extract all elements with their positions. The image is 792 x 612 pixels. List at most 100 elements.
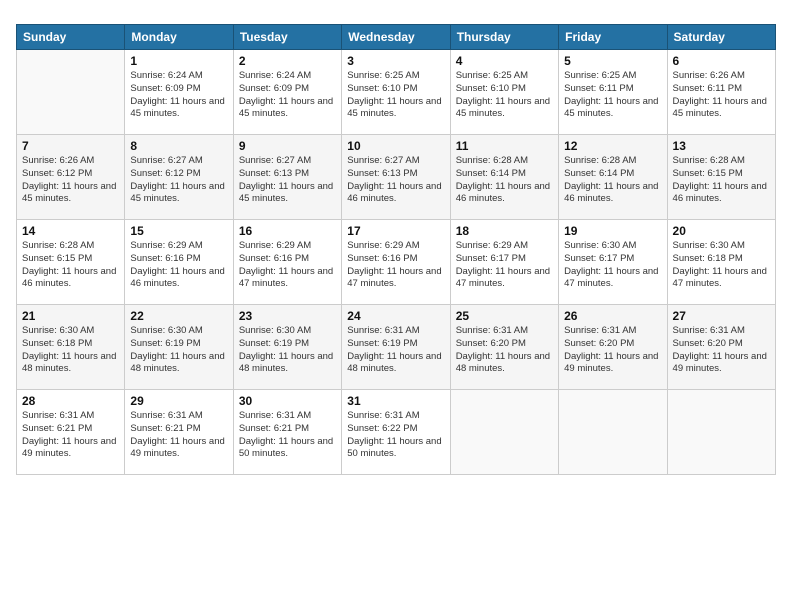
week-row-5: 28 Sunrise: 6:31 AM Sunset: 6:21 PM Dayli…: [17, 390, 776, 475]
day-number: 16: [239, 224, 336, 238]
day-number: 25: [456, 309, 553, 323]
day-cell: 11 Sunrise: 6:28 AM Sunset: 6:14 PM Dayli…: [450, 135, 558, 220]
day-number: 15: [130, 224, 227, 238]
day-number: 26: [564, 309, 661, 323]
day-cell: 1 Sunrise: 6:24 AM Sunset: 6:09 PM Daylig…: [125, 50, 233, 135]
day-info: Sunrise: 6:26 AM Sunset: 6:12 PM Dayligh…: [22, 155, 119, 206]
day-number: 30: [239, 394, 336, 408]
day-number: 20: [673, 224, 770, 238]
day-cell: 13 Sunrise: 6:28 AM Sunset: 6:15 PM Dayli…: [667, 135, 775, 220]
day-cell: 24 Sunrise: 6:31 AM Sunset: 6:19 PM Dayli…: [342, 305, 450, 390]
day-cell: 3 Sunrise: 6:25 AM Sunset: 6:10 PM Daylig…: [342, 50, 450, 135]
day-cell: 26 Sunrise: 6:31 AM Sunset: 6:20 PM Dayli…: [559, 305, 667, 390]
day-number: 27: [673, 309, 770, 323]
col-header-thursday: Thursday: [450, 25, 558, 50]
week-row-1: 1 Sunrise: 6:24 AM Sunset: 6:09 PM Daylig…: [17, 50, 776, 135]
day-cell: 16 Sunrise: 6:29 AM Sunset: 6:16 PM Dayli…: [233, 220, 341, 305]
day-number: 29: [130, 394, 227, 408]
week-row-2: 7 Sunrise: 6:26 AM Sunset: 6:12 PM Daylig…: [17, 135, 776, 220]
day-cell: 5 Sunrise: 6:25 AM Sunset: 6:11 PM Daylig…: [559, 50, 667, 135]
day-cell: 28 Sunrise: 6:31 AM Sunset: 6:21 PM Dayli…: [17, 390, 125, 475]
day-info: Sunrise: 6:28 AM Sunset: 6:14 PM Dayligh…: [456, 155, 553, 206]
day-info: Sunrise: 6:31 AM Sunset: 6:21 PM Dayligh…: [239, 410, 336, 461]
day-cell: 20 Sunrise: 6:30 AM Sunset: 6:18 PM Dayli…: [667, 220, 775, 305]
day-info: Sunrise: 6:28 AM Sunset: 6:15 PM Dayligh…: [22, 240, 119, 291]
day-cell: 21 Sunrise: 6:30 AM Sunset: 6:18 PM Dayli…: [17, 305, 125, 390]
day-cell: [667, 390, 775, 475]
day-cell: 27 Sunrise: 6:31 AM Sunset: 6:20 PM Dayli…: [667, 305, 775, 390]
day-number: 21: [22, 309, 119, 323]
day-number: 9: [239, 139, 336, 153]
col-header-wednesday: Wednesday: [342, 25, 450, 50]
day-info: Sunrise: 6:29 AM Sunset: 6:17 PM Dayligh…: [456, 240, 553, 291]
day-cell: 12 Sunrise: 6:28 AM Sunset: 6:14 PM Dayli…: [559, 135, 667, 220]
day-info: Sunrise: 6:28 AM Sunset: 6:14 PM Dayligh…: [564, 155, 661, 206]
day-number: 4: [456, 54, 553, 68]
day-info: Sunrise: 6:27 AM Sunset: 6:12 PM Dayligh…: [130, 155, 227, 206]
day-info: Sunrise: 6:31 AM Sunset: 6:22 PM Dayligh…: [347, 410, 444, 461]
day-info: Sunrise: 6:31 AM Sunset: 6:19 PM Dayligh…: [347, 325, 444, 376]
day-number: 11: [456, 139, 553, 153]
day-info: Sunrise: 6:30 AM Sunset: 6:18 PM Dayligh…: [22, 325, 119, 376]
day-cell: [559, 390, 667, 475]
day-number: 28: [22, 394, 119, 408]
day-info: Sunrise: 6:25 AM Sunset: 6:10 PM Dayligh…: [347, 70, 444, 121]
col-header-saturday: Saturday: [667, 25, 775, 50]
day-number: 23: [239, 309, 336, 323]
day-cell: 23 Sunrise: 6:30 AM Sunset: 6:19 PM Dayli…: [233, 305, 341, 390]
day-cell: 31 Sunrise: 6:31 AM Sunset: 6:22 PM Dayli…: [342, 390, 450, 475]
day-cell: 7 Sunrise: 6:26 AM Sunset: 6:12 PM Daylig…: [17, 135, 125, 220]
day-number: 14: [22, 224, 119, 238]
day-info: Sunrise: 6:24 AM Sunset: 6:09 PM Dayligh…: [130, 70, 227, 121]
day-info: Sunrise: 6:29 AM Sunset: 6:16 PM Dayligh…: [239, 240, 336, 291]
column-headers: SundayMondayTuesdayWednesdayThursdayFrid…: [17, 25, 776, 50]
day-number: 8: [130, 139, 227, 153]
day-info: Sunrise: 6:31 AM Sunset: 6:20 PM Dayligh…: [564, 325, 661, 376]
day-cell: 19 Sunrise: 6:30 AM Sunset: 6:17 PM Dayli…: [559, 220, 667, 305]
day-info: Sunrise: 6:27 AM Sunset: 6:13 PM Dayligh…: [239, 155, 336, 206]
day-number: 12: [564, 139, 661, 153]
day-info: Sunrise: 6:29 AM Sunset: 6:16 PM Dayligh…: [347, 240, 444, 291]
day-info: Sunrise: 6:30 AM Sunset: 6:17 PM Dayligh…: [564, 240, 661, 291]
day-cell: [17, 50, 125, 135]
day-cell: 6 Sunrise: 6:26 AM Sunset: 6:11 PM Daylig…: [667, 50, 775, 135]
day-info: Sunrise: 6:26 AM Sunset: 6:11 PM Dayligh…: [673, 70, 770, 121]
day-number: 31: [347, 394, 444, 408]
day-info: Sunrise: 6:31 AM Sunset: 6:20 PM Dayligh…: [456, 325, 553, 376]
calendar-table: SundayMondayTuesdayWednesdayThursdayFrid…: [16, 24, 776, 475]
day-cell: 30 Sunrise: 6:31 AM Sunset: 6:21 PM Dayli…: [233, 390, 341, 475]
day-info: Sunrise: 6:30 AM Sunset: 6:18 PM Dayligh…: [673, 240, 770, 291]
day-info: Sunrise: 6:29 AM Sunset: 6:16 PM Dayligh…: [130, 240, 227, 291]
day-number: 3: [347, 54, 444, 68]
day-cell: 18Sunrise: 6:29 AM Sunset: 6:17 PM Dayli…: [450, 220, 558, 305]
day-number: 7: [22, 139, 119, 153]
day-number: 1: [130, 54, 227, 68]
week-row-3: 14 Sunrise: 6:28 AM Sunset: 6:15 PM Dayli…: [17, 220, 776, 305]
day-info: Sunrise: 6:30 AM Sunset: 6:19 PM Dayligh…: [239, 325, 336, 376]
day-number: 2: [239, 54, 336, 68]
day-cell: [450, 390, 558, 475]
day-cell: 4Sunrise: 6:25 AM Sunset: 6:10 PM Daylig…: [450, 50, 558, 135]
day-cell: 17 Sunrise: 6:29 AM Sunset: 6:16 PM Dayli…: [342, 220, 450, 305]
col-header-sunday: Sunday: [17, 25, 125, 50]
day-number: 17: [347, 224, 444, 238]
day-info: Sunrise: 6:28 AM Sunset: 6:15 PM Dayligh…: [673, 155, 770, 206]
col-header-monday: Monday: [125, 25, 233, 50]
day-info: Sunrise: 6:30 AM Sunset: 6:19 PM Dayligh…: [130, 325, 227, 376]
day-number: 24: [347, 309, 444, 323]
day-info: Sunrise: 6:24 AM Sunset: 6:09 PM Dayligh…: [239, 70, 336, 121]
day-cell: 29 Sunrise: 6:31 AM Sunset: 6:21 PM Dayli…: [125, 390, 233, 475]
day-info: Sunrise: 6:31 AM Sunset: 6:21 PM Dayligh…: [22, 410, 119, 461]
day-info: Sunrise: 6:25 AM Sunset: 6:11 PM Dayligh…: [564, 70, 661, 121]
day-number: 19: [564, 224, 661, 238]
day-cell: 25 Sunrise: 6:31 AM Sunset: 6:20 PM Dayli…: [450, 305, 558, 390]
day-info: Sunrise: 6:31 AM Sunset: 6:21 PM Dayligh…: [130, 410, 227, 461]
col-header-tuesday: Tuesday: [233, 25, 341, 50]
day-number: 6: [673, 54, 770, 68]
day-number: 13: [673, 139, 770, 153]
day-number: 5: [564, 54, 661, 68]
calendar-body: 1 Sunrise: 6:24 AM Sunset: 6:09 PM Daylig…: [17, 50, 776, 475]
day-info: Sunrise: 6:27 AM Sunset: 6:13 PM Dayligh…: [347, 155, 444, 206]
day-info: Sunrise: 6:31 AM Sunset: 6:20 PM Dayligh…: [673, 325, 770, 376]
day-cell: 15 Sunrise: 6:29 AM Sunset: 6:16 PM Dayli…: [125, 220, 233, 305]
